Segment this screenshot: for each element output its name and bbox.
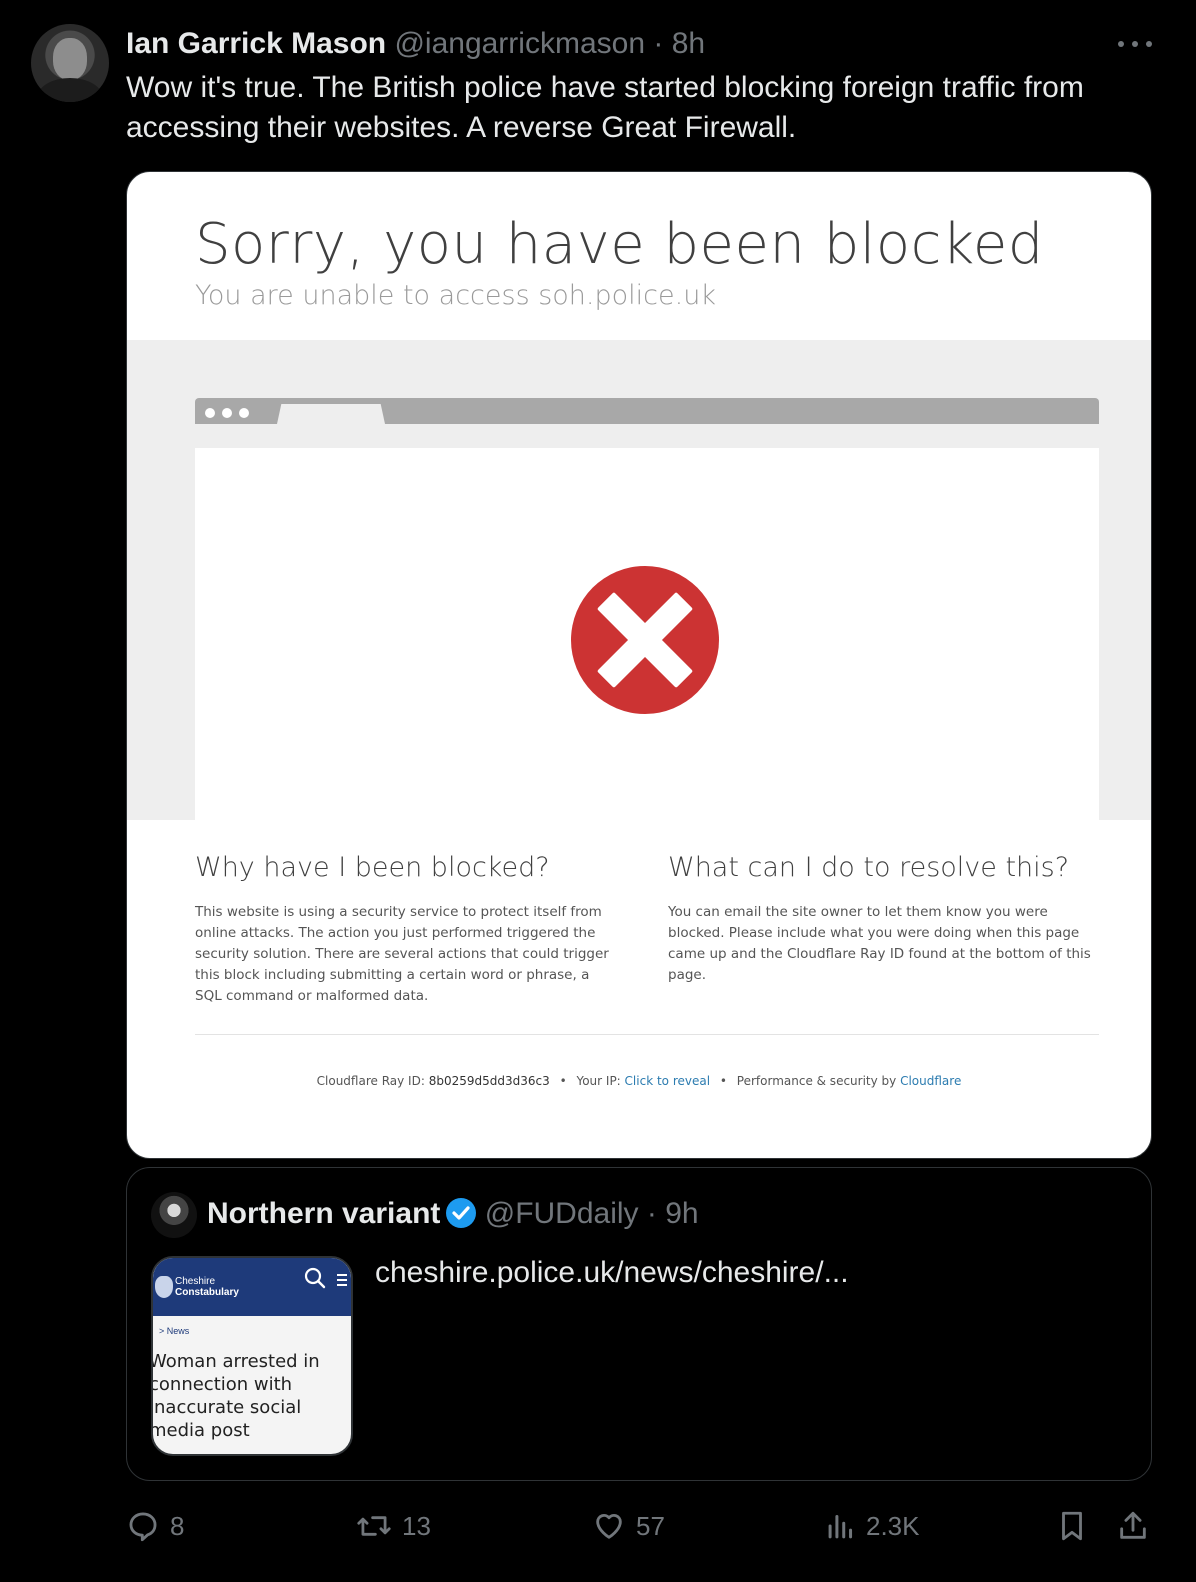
- quoted-tweet[interactable]: Northern variant @FUDdaily · 9h Cheshire…: [126, 1167, 1152, 1481]
- ray-id-label: Cloudflare Ray ID:: [316, 1074, 425, 1088]
- thumbnail-brand-line1: Cheshire: [175, 1276, 216, 1287]
- repost-button[interactable]: 13: [356, 1508, 431, 1544]
- why-blocked-text: This website is using a security service…: [195, 904, 609, 1004]
- heart-icon: [596, 1514, 622, 1539]
- browser-dot-icon: [222, 408, 232, 418]
- blocked-subtitle: You are unable to access soh.police.uk: [195, 280, 716, 311]
- more-options-icon[interactable]: [1118, 30, 1152, 58]
- reply-button[interactable]: 8: [126, 1508, 184, 1544]
- quoted-author-name[interactable]: Northern variant: [207, 1197, 440, 1230]
- author-avatar[interactable]: [31, 24, 109, 102]
- ip-label: Your IP:: [576, 1074, 621, 1088]
- share-button[interactable]: [1116, 1508, 1160, 1544]
- share-icon: [1120, 1511, 1146, 1539]
- quoted-tweet-header: Northern variant @FUDdaily · 9h: [207, 1196, 699, 1232]
- browser-illustration-bar: [195, 398, 1099, 424]
- link-preview-thumbnail[interactable]: Cheshire Constabulary > News Woman arres…: [151, 1256, 353, 1456]
- performance-label: Performance & security by: [736, 1074, 897, 1088]
- thumbnail-headline: Woman arrested in connection with inaccu…: [151, 1351, 320, 1441]
- ray-id-value: 8b0259d5dd3d36c3: [428, 1074, 550, 1088]
- link-preview-url[interactable]: cheshire.police.uk/news/cheshire/...: [375, 1256, 849, 1290]
- reply-icon: [129, 1512, 157, 1542]
- views-button[interactable]: 2.3K: [826, 1508, 920, 1544]
- error-x-icon: [571, 566, 719, 714]
- cloudflare-link: Cloudflare: [900, 1074, 962, 1088]
- tweet-text: Wow it's true. The British police have s…: [126, 71, 1084, 144]
- author-name[interactable]: Ian Garrick Mason: [126, 27, 386, 60]
- quoted-separator: ·: [646, 1197, 657, 1230]
- footer-bullet: •: [719, 1074, 727, 1088]
- tweet-time[interactable]: 8h: [672, 27, 705, 60]
- thumbnail-breadcrumb: > News: [159, 1326, 190, 1336]
- repost-count: 13: [402, 1510, 431, 1541]
- blocked-title: Sorry, you have been blocked: [195, 212, 1044, 277]
- menu-icon: [337, 1274, 347, 1289]
- quoted-tweet-time[interactable]: 9h: [665, 1197, 698, 1230]
- verified-badge-icon: [446, 1198, 477, 1228]
- views-count: 2.3K: [866, 1510, 920, 1541]
- why-blocked-heading: Why have I been blocked?: [195, 852, 550, 883]
- browser-dot-icon: [205, 408, 215, 418]
- divider: [195, 1034, 1099, 1035]
- browser-dot-icon: [239, 408, 249, 418]
- header-separator: ·: [653, 27, 664, 60]
- thumbnail-brand-line2: Constabulary: [175, 1287, 239, 1298]
- tweet-header: Ian Garrick Mason @iangarrickmason · 8h: [126, 26, 705, 62]
- analytics-icon: [828, 1514, 853, 1539]
- browser-tab-shape: [277, 404, 385, 424]
- quoted-author-handle[interactable]: @FUDdaily: [485, 1197, 639, 1230]
- repost-icon: [357, 1516, 391, 1536]
- reveal-ip-link: Click to reveal: [624, 1074, 711, 1088]
- reply-count: 8: [170, 1510, 185, 1541]
- bookmark-icon: [1062, 1511, 1082, 1541]
- resolve-heading: What can I do to resolve this?: [668, 852, 1070, 883]
- tweet-media-image[interactable]: Sorry, you have been blocked You are una…: [126, 171, 1152, 1159]
- footer-bullet: •: [559, 1074, 567, 1088]
- cloudflare-footer: Cloudflare Ray ID: 8b0259d5dd3d36c3 • Yo…: [127, 1074, 1151, 1088]
- like-count: 57: [636, 1510, 665, 1541]
- author-handle[interactable]: @iangarrickmason: [394, 27, 645, 60]
- bookmark-button[interactable]: [1056, 1508, 1098, 1544]
- resolve-text: You can email the site owner to let them…: [668, 904, 1091, 983]
- search-icon: [304, 1267, 326, 1289]
- like-button[interactable]: 57: [592, 1508, 665, 1544]
- thumbnail-brand: Cheshire Constabulary: [175, 1276, 239, 1298]
- quoted-author-avatar[interactable]: [151, 1192, 197, 1238]
- police-badge-icon: [155, 1276, 173, 1298]
